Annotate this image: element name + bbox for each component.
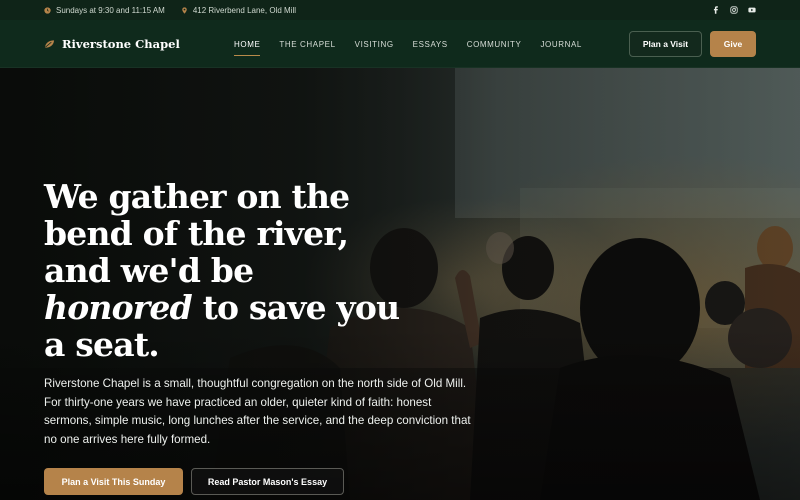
nav-item-the-chapel[interactable]: THE CHAPEL <box>279 20 335 68</box>
clock-icon <box>44 6 51 14</box>
nav-menu: HOME THE CHAPEL VISITING ESSAYS COMMUNIT… <box>234 20 601 68</box>
leaf-icon <box>44 39 55 48</box>
nav-item-community[interactable]: COMMUNITY <box>467 20 522 68</box>
headline-emphasis: honored <box>44 288 193 327</box>
social-links <box>712 6 756 14</box>
brand-name: Riverstone Chapel <box>62 36 180 51</box>
facebook-icon[interactable] <box>712 6 720 14</box>
youtube-icon[interactable] <box>748 6 756 14</box>
headline-line-1: We gather on the <box>44 177 350 216</box>
nav-item-home[interactable]: HOME <box>234 20 261 68</box>
hero-headline: We gather on the bend of the river, and … <box>44 178 404 363</box>
hero-section: We gather on the bend of the river, and … <box>0 68 800 500</box>
top-utility-bar: Sundays at 9:30 and 11:15 AM 412 Riverbe… <box>0 0 800 20</box>
headline-line-4: to save you <box>191 288 401 327</box>
service-times-text: Sundays at 9:30 and 11:15 AM <box>56 5 165 15</box>
address: 412 Riverbend Lane, Old Mill <box>181 6 296 15</box>
plan-visit-sunday-button[interactable]: Plan a Visit This Sunday <box>44 468 183 495</box>
nav-item-journal[interactable]: JOURNAL <box>540 20 582 68</box>
nav-actions: Plan a Visit Give <box>629 30 756 57</box>
brand-logo[interactable]: Riverstone Chapel <box>44 37 180 51</box>
headline-line-2: bend of the river, <box>44 214 349 253</box>
nav-item-essays[interactable]: ESSAYS <box>413 20 448 68</box>
instagram-icon[interactable] <box>730 6 738 14</box>
plan-visit-button[interactable]: Plan a Visit <box>629 30 702 57</box>
address-text: 412 Riverbend Lane, Old Mill <box>192 5 296 15</box>
hero-description: Riverstone Chapel is a small, thoughtful… <box>44 377 471 446</box>
service-times: Sundays at 9:30 and 11:15 AM <box>44 6 165 15</box>
nav-item-visiting[interactable]: VISITING <box>355 20 394 68</box>
give-button[interactable]: Give <box>710 30 756 57</box>
location-pin-icon <box>182 6 187 14</box>
read-essay-button[interactable]: Read Pastor Mason's Essay <box>191 468 344 495</box>
main-navigation: Riverstone Chapel HOME THE CHAPEL VISITI… <box>0 20 800 68</box>
hero-actions: Plan a Visit This Sunday Read Pastor Mas… <box>44 468 344 495</box>
headline-line-5: a seat. <box>44 325 160 364</box>
headline-line-3: and we'd be <box>44 251 254 290</box>
